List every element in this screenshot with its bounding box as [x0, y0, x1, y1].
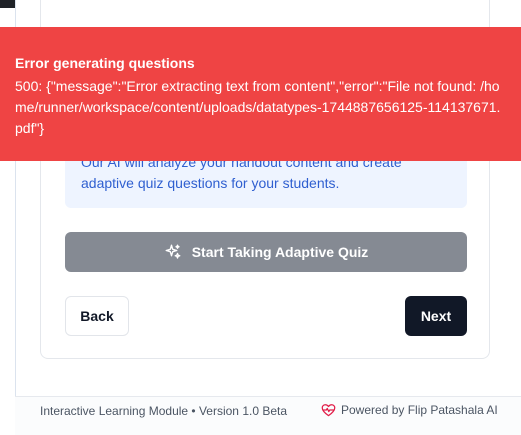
toast-message: 500: {"message":"Error extracting text f…: [15, 78, 501, 136]
powered-by-text: Powered by Flip Patashala AI: [341, 403, 498, 417]
footer-powered-by: Powered by Flip Patashala AI: [321, 403, 498, 417]
toast-title: Error generating questions: [15, 55, 195, 71]
footer-version-text: Interactive Learning Module • Version 1.…: [40, 404, 288, 418]
back-button[interactable]: Back: [65, 296, 129, 336]
error-toast[interactable]: Error generating questions 500: {"messag…: [0, 27, 521, 161]
start-quiz-label: Start Taking Adaptive Quiz: [191, 244, 369, 260]
start-quiz-button[interactable]: Start Taking Adaptive Quiz: [65, 232, 467, 272]
next-button[interactable]: Next: [405, 296, 467, 336]
heart-pulse-icon: [321, 404, 336, 417]
sparkles-icon: [165, 244, 181, 259]
